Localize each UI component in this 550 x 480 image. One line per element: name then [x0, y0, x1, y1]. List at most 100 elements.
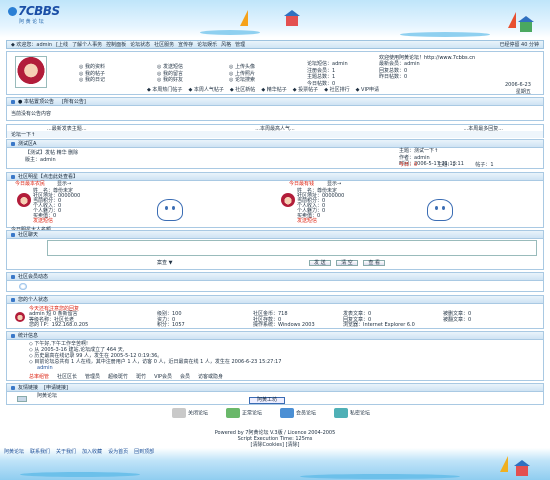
- stars-title[interactable]: 社区明星【点击此处查看】: [18, 173, 78, 180]
- star-send-message[interactable]: 发送短信: [297, 219, 344, 224]
- link-digest[interactable]: ◆ 精华帖子: [261, 87, 286, 94]
- send-button[interactable]: 发 送: [309, 260, 331, 266]
- closed-forum-icon: [172, 408, 186, 418]
- forum-legend-icons: 关闭论坛 正常论坛 会员论坛 私密论坛: [0, 408, 550, 428]
- nav-item[interactable]: [上线: [56, 41, 68, 48]
- link-hot-week[interactable]: ◆ 本周热门帖子: [147, 87, 182, 94]
- tab-popular[interactable]: ...本周最高人气...: [255, 125, 295, 132]
- normal-forum-icon: [226, 408, 240, 418]
- star-left: 今日最本农民 显示→ 姓 名：尊份未定 社区地址：0000000 当前积分：0 …: [7, 181, 271, 237]
- stats-lines: ◇ 下午好,下午工作辛苦啊! ◇ 从 2005-3-16 建站,论坛成立了 46…: [29, 341, 281, 371]
- nav-item[interactable]: 控制面板: [106, 41, 126, 48]
- chat-icon: [11, 232, 15, 237]
- nav-item[interactable]: 风格: [221, 41, 231, 48]
- personal-panel: 您的个人状态 今天还有注意您的回复 admin 短 0 条新留言 等级名称：社区…: [6, 295, 544, 329]
- legend-label: 正常论坛: [242, 410, 263, 417]
- nav-item[interactable]: 了解个人事务: [72, 41, 102, 48]
- link-upload-avatar[interactable]: ◎ 上传头像: [229, 64, 255, 71]
- forum-tools[interactable]: 【测试】发帖 精华 删除: [25, 150, 78, 157]
- date-text: 2006-6-23: [505, 82, 531, 88]
- personal-col-2: 级别：100 资力：0 积分：1057: [157, 311, 185, 329]
- notice-all-link[interactable]: [所有公告]: [62, 98, 86, 105]
- notice-title: ● 本帖置顶公告: [18, 99, 54, 105]
- legend-item: VIP会员: [154, 374, 172, 380]
- nav-item[interactable]: 宣传存: [178, 41, 193, 48]
- online-time: 已经停留 40 分钟: [499, 42, 539, 48]
- bottom-banner: 阿黄论坛 联系我们 关于我们 加入收藏 设为首页 回到顶部: [0, 448, 550, 480]
- robot-icon: [157, 199, 183, 221]
- bottom-link[interactable]: 联系我们: [30, 448, 50, 455]
- members-panel: 社区会员动态: [6, 272, 544, 292]
- chat-mode-select[interactable]: 案查 ▼: [157, 260, 172, 267]
- friends-panel: 友情链接 [申请链接] 阿黄论坛 阿黄工坊: [6, 383, 544, 405]
- forum-panel: 测试区A 【测试】发帖 精华 删除 版主：admin 主题：测试一下↑ 作者：a…: [6, 139, 544, 169]
- bottom-link[interactable]: 加入收藏: [82, 448, 102, 455]
- wave-decoration: [200, 30, 260, 35]
- apply-link[interactable]: [申请链接]: [44, 384, 68, 391]
- sailboat-icon: [508, 12, 516, 28]
- user-quick-links: ◆ 本周热门帖子 ◆ 本周人气帖子 ◆ 社区新帖 ◆ 精华帖子 ◆ 投票帖子 ◆…: [147, 87, 379, 94]
- hot-topics-panel: ...最新发表主题... ...本周最高人气... ...本周最多回复... 论…: [6, 124, 544, 138]
- link-new-posts[interactable]: ◆ 社区新帖: [230, 87, 255, 94]
- bottom-link[interactable]: 设为首页: [108, 448, 128, 455]
- tab-most-replies[interactable]: ...本周最多回复...: [463, 125, 503, 132]
- link-popular-week[interactable]: ◆ 本周人气帖子: [188, 87, 223, 94]
- star-right-title: 今日最有钱: [289, 181, 315, 187]
- bottom-nav: 阿黄论坛 联系我们 关于我们 加入收藏 设为首页 回到顶部: [4, 448, 546, 455]
- stats-title: 统计信息: [18, 333, 39, 339]
- header: 7CBBS 阿 黄 论 坛: [0, 0, 550, 38]
- logo-text: 7CBBS: [18, 4, 60, 18]
- welcome-user[interactable]: ◆ 欢迎您：admin: [11, 41, 52, 48]
- link-ranking[interactable]: ◆ 社区排行: [324, 87, 349, 94]
- personal-cell: 被翻文章：0: [443, 316, 472, 323]
- bottom-link[interactable]: 阿黄论坛: [4, 448, 24, 455]
- nav-item[interactable]: 社区服务: [154, 41, 174, 48]
- members-title: 社区会员动态: [18, 274, 49, 280]
- bottom-link[interactable]: 关于我们: [56, 448, 76, 455]
- avatar[interactable]: [15, 56, 47, 88]
- personal-col-4: 发表文章：0 回复文章：0 浏览器：Internet Explorer 6.0: [343, 311, 415, 329]
- friends-icon: [11, 385, 15, 390]
- legend-private: 私密论坛: [334, 408, 404, 418]
- forum-icon: [11, 141, 15, 146]
- star-left-more[interactable]: 显示→: [57, 181, 71, 188]
- nav-item[interactable]: 管理: [235, 41, 245, 48]
- user-links-2: ◎ 发送短信 ◎ 我的留言 ◎ 我的好友: [157, 64, 183, 84]
- clear-button[interactable]: 清 空: [336, 260, 358, 266]
- personal-col-5: 被删文章：0 被翻文章：0: [443, 311, 472, 323]
- notice-icon: [11, 99, 15, 104]
- link-send-message[interactable]: ◎ 发送短信: [157, 64, 183, 71]
- friend-link-name[interactable]: 阿黄论坛: [37, 393, 57, 400]
- star-right: 今日最有钱 显示→ 姓 名：尊份未定 社区地址：0000000 当前积分：0 个…: [279, 181, 543, 237]
- stat-line: 昨日帖数：0: [379, 74, 408, 80]
- wave-decoration: [300, 474, 460, 479]
- forum-info: 【测试】发帖 精华 删除 版主：admin: [25, 150, 78, 163]
- personal-cell: 您的 I P：192.168.0.205: [29, 322, 89, 328]
- date-box: 2006-6-23 星期五: [505, 82, 531, 95]
- star-send-message[interactable]: 发送短信: [33, 219, 80, 224]
- star-right-more[interactable]: 显示→: [327, 181, 341, 188]
- chat-input[interactable]: [47, 240, 537, 256]
- online-user-link[interactable]: admin: [29, 365, 281, 371]
- link-icon: [17, 396, 27, 402]
- forum-counts: 今日：0 主题：1 帖子：1: [399, 162, 494, 169]
- link-polls[interactable]: ◆ 投票帖子: [293, 87, 318, 94]
- link-vip-apply[interactable]: ◆ VIP申请: [356, 87, 379, 94]
- members-bar: 社区会员动态: [7, 273, 543, 281]
- link-my-friends[interactable]: ◎ 我的好友: [157, 77, 183, 84]
- chat-mode[interactable]: 案查 ▼: [157, 260, 172, 267]
- nav-item[interactable]: 论坛状态: [130, 41, 150, 48]
- friend-logo[interactable]: 阿黄工坊: [249, 397, 285, 404]
- wave-decoration: [400, 32, 490, 37]
- bottom-link[interactable]: 回到顶部: [134, 448, 154, 455]
- view-button[interactable]: 查 看: [363, 260, 385, 266]
- site-logo[interactable]: 7CBBS: [8, 4, 60, 18]
- tab-newest[interactable]: ...最新发表主题...: [47, 125, 87, 132]
- friends-bar: 友情链接 [申请链接]: [7, 384, 543, 392]
- nav-item[interactable]: 论坛娱乐: [197, 41, 217, 48]
- link-my-profile[interactable]: ◎ 我的资料: [79, 64, 105, 71]
- link-forum-search[interactable]: ◎ 论坛搜索: [229, 77, 255, 84]
- forum-name[interactable]: 测试区A: [18, 140, 36, 147]
- post-count: 帖子：1: [475, 162, 494, 168]
- link-my-diary[interactable]: ◎ 我的日记: [79, 77, 105, 84]
